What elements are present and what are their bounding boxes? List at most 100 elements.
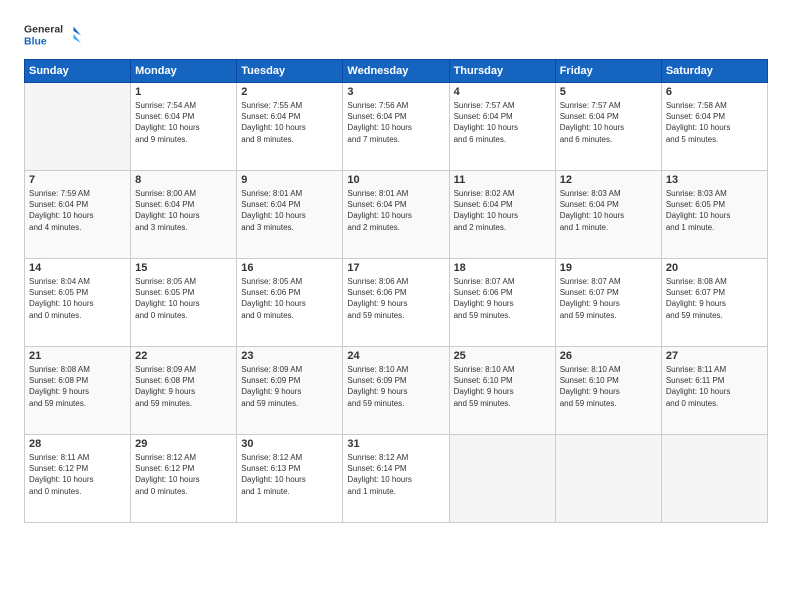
cell-info: Sunrise: 8:11 AMSunset: 6:11 PMDaylight:… xyxy=(666,364,763,409)
calendar-cell xyxy=(449,435,555,523)
day-number: 14 xyxy=(29,262,126,274)
cell-info: Sunrise: 8:04 AMSunset: 6:05 PMDaylight:… xyxy=(29,276,126,321)
calendar-cell: 29 Sunrise: 8:12 AMSunset: 6:12 PMDayligh… xyxy=(131,435,237,523)
weekday-friday: Friday xyxy=(555,60,661,83)
day-number: 4 xyxy=(454,86,551,98)
calendar-cell: 28 Sunrise: 8:11 AMSunset: 6:12 PMDayligh… xyxy=(25,435,131,523)
week-row-2: 7 Sunrise: 7:59 AMSunset: 6:04 PMDaylight… xyxy=(25,171,768,259)
calendar-cell: 30 Sunrise: 8:12 AMSunset: 6:13 PMDayligh… xyxy=(237,435,343,523)
cell-info: Sunrise: 8:07 AMSunset: 6:07 PMDaylight:… xyxy=(560,276,657,321)
cell-info: Sunrise: 8:03 AMSunset: 6:05 PMDaylight:… xyxy=(666,188,763,233)
day-number: 10 xyxy=(347,174,444,186)
day-number: 9 xyxy=(241,174,338,186)
calendar-cell: 6Sunrise: 7:58 AMSunset: 6:04 PMDaylight… xyxy=(661,83,767,171)
calendar-cell: 17Sunrise: 8:06 AMSunset: 6:06 PMDayligh… xyxy=(343,259,449,347)
cell-info: Sunrise: 8:03 AMSunset: 6:04 PMDaylight:… xyxy=(560,188,657,233)
day-number: 16 xyxy=(241,262,338,274)
cell-info: Sunrise: 8:10 AMSunset: 6:09 PMDaylight:… xyxy=(347,364,444,409)
day-number: 31 xyxy=(347,438,444,450)
day-number: 18 xyxy=(454,262,551,274)
logo: GeneralBlue xyxy=(24,18,84,53)
calendar-cell: 21Sunrise: 8:08 AMSunset: 6:08 PMDayligh… xyxy=(25,347,131,435)
calendar-cell: 18 Sunrise: 8:07 AMSunset: 6:06 PMDayligh… xyxy=(449,259,555,347)
cell-info: Sunrise: 8:05 AMSunset: 6:06 PMDaylight:… xyxy=(241,276,338,321)
calendar-cell: 27Sunrise: 8:11 AMSunset: 6:11 PMDayligh… xyxy=(661,347,767,435)
calendar-cell: 22 Sunrise: 8:09 AMSunset: 6:08 PMDayligh… xyxy=(131,347,237,435)
calendar-cell: 23Sunrise: 8:09 AMSunset: 6:09 PMDayligh… xyxy=(237,347,343,435)
cell-info: Sunrise: 7:55 AMSunset: 6:04 PMDaylight:… xyxy=(241,100,338,145)
page: GeneralBlue SundayMondayTuesdayWednesday… xyxy=(0,0,792,612)
day-number: 3 xyxy=(347,86,444,98)
day-number: 1 xyxy=(135,86,232,98)
cell-info: Sunrise: 8:12 AMSunset: 6:13 PMDaylight:… xyxy=(241,452,338,497)
cell-info: Sunrise: 7:57 AMSunset: 6:04 PMDaylight:… xyxy=(560,100,657,145)
day-number: 11 xyxy=(454,174,551,186)
weekday-thursday: Thursday xyxy=(449,60,555,83)
cell-info: Sunrise: 7:59 AMSunset: 6:04 PMDaylight:… xyxy=(29,188,126,233)
cell-info: Sunrise: 8:02 AMSunset: 6:04 PMDaylight:… xyxy=(454,188,551,233)
cell-info: Sunrise: 8:07 AMSunset: 6:06 PMDaylight:… xyxy=(454,276,551,321)
day-number: 22 xyxy=(135,350,232,362)
day-number: 26 xyxy=(560,350,657,362)
calendar-cell: 4 Sunrise: 7:57 AMSunset: 6:04 PMDaylight… xyxy=(449,83,555,171)
cell-info: Sunrise: 8:01 AMSunset: 6:04 PMDaylight:… xyxy=(347,188,444,233)
cell-info: Sunrise: 8:11 AMSunset: 6:12 PMDaylight:… xyxy=(29,452,126,497)
calendar-cell: 8 Sunrise: 8:00 AMSunset: 6:04 PMDaylight… xyxy=(131,171,237,259)
day-number: 2 xyxy=(241,86,338,98)
day-number: 30 xyxy=(241,438,338,450)
cell-info: Sunrise: 8:06 AMSunset: 6:06 PMDaylight:… xyxy=(347,276,444,321)
weekday-tuesday: Tuesday xyxy=(237,60,343,83)
day-number: 8 xyxy=(135,174,232,186)
calendar-cell: 15Sunrise: 8:05 AMSunset: 6:05 PMDayligh… xyxy=(131,259,237,347)
day-number: 29 xyxy=(135,438,232,450)
calendar-cell: 2 Sunrise: 7:55 AMSunset: 6:04 PMDaylight… xyxy=(237,83,343,171)
cell-info: Sunrise: 8:09 AMSunset: 6:08 PMDaylight:… xyxy=(135,364,232,409)
logo-icon: GeneralBlue xyxy=(24,18,84,53)
calendar-cell: 10 Sunrise: 8:01 AMSunset: 6:04 PMDayligh… xyxy=(343,171,449,259)
week-row-3: 14 Sunrise: 8:04 AMSunset: 6:05 PMDayligh… xyxy=(25,259,768,347)
day-number: 20 xyxy=(666,262,763,274)
calendar-cell: 1 Sunrise: 7:54 AMSunset: 6:04 PMDaylight… xyxy=(131,83,237,171)
calendar-cell: 3Sunrise: 7:56 AMSunset: 6:04 PMDaylight… xyxy=(343,83,449,171)
weekday-monday: Monday xyxy=(131,60,237,83)
week-row-1: 1 Sunrise: 7:54 AMSunset: 6:04 PMDaylight… xyxy=(25,83,768,171)
calendar-cell: 24Sunrise: 8:10 AMSunset: 6:09 PMDayligh… xyxy=(343,347,449,435)
cell-info: Sunrise: 8:01 AMSunset: 6:04 PMDaylight:… xyxy=(241,188,338,233)
cell-info: Sunrise: 7:57 AMSunset: 6:04 PMDaylight:… xyxy=(454,100,551,145)
cell-info: Sunrise: 8:08 AMSunset: 6:07 PMDaylight:… xyxy=(666,276,763,321)
calendar-cell: 20 Sunrise: 8:08 AMSunset: 6:07 PMDayligh… xyxy=(661,259,767,347)
calendar-cell xyxy=(555,435,661,523)
calendar-cell: 19 Sunrise: 8:07 AMSunset: 6:07 PMDayligh… xyxy=(555,259,661,347)
svg-text:Blue: Blue xyxy=(24,36,47,48)
svg-text:General: General xyxy=(24,24,63,36)
day-number: 7 xyxy=(29,174,126,186)
cell-info: Sunrise: 7:54 AMSunset: 6:04 PMDaylight:… xyxy=(135,100,232,145)
calendar-cell: 26 Sunrise: 8:10 AMSunset: 6:10 PMDayligh… xyxy=(555,347,661,435)
calendar-cell xyxy=(25,83,131,171)
calendar-cell: 12 Sunrise: 8:03 AMSunset: 6:04 PMDayligh… xyxy=(555,171,661,259)
cell-info: Sunrise: 8:00 AMSunset: 6:04 PMDaylight:… xyxy=(135,188,232,233)
header: GeneralBlue xyxy=(24,18,768,53)
day-number: 5 xyxy=(560,86,657,98)
cell-info: Sunrise: 8:12 AMSunset: 6:14 PMDaylight:… xyxy=(347,452,444,497)
cell-info: Sunrise: 8:10 AMSunset: 6:10 PMDaylight:… xyxy=(454,364,551,409)
weekday-header-row: SundayMondayTuesdayWednesdayThursdayFrid… xyxy=(25,60,768,83)
day-number: 12 xyxy=(560,174,657,186)
calendar-cell: 31 Sunrise: 8:12 AMSunset: 6:14 PMDayligh… xyxy=(343,435,449,523)
day-number: 25 xyxy=(454,350,551,362)
calendar-cell: 9 Sunrise: 8:01 AMSunset: 6:04 PMDaylight… xyxy=(237,171,343,259)
day-number: 28 xyxy=(29,438,126,450)
cell-info: Sunrise: 7:58 AMSunset: 6:04 PMDaylight:… xyxy=(666,100,763,145)
calendar-cell: 11 Sunrise: 8:02 AMSunset: 6:04 PMDayligh… xyxy=(449,171,555,259)
calendar: SundayMondayTuesdayWednesdayThursdayFrid… xyxy=(24,59,768,523)
day-number: 23 xyxy=(241,350,338,362)
day-number: 19 xyxy=(560,262,657,274)
day-number: 21 xyxy=(29,350,126,362)
calendar-cell xyxy=(661,435,767,523)
week-row-5: 28 Sunrise: 8:11 AMSunset: 6:12 PMDayligh… xyxy=(25,435,768,523)
weekday-sunday: Sunday xyxy=(25,60,131,83)
cell-info: Sunrise: 8:10 AMSunset: 6:10 PMDaylight:… xyxy=(560,364,657,409)
cell-info: Sunrise: 8:12 AMSunset: 6:12 PMDaylight:… xyxy=(135,452,232,497)
weekday-saturday: Saturday xyxy=(661,60,767,83)
day-number: 13 xyxy=(666,174,763,186)
